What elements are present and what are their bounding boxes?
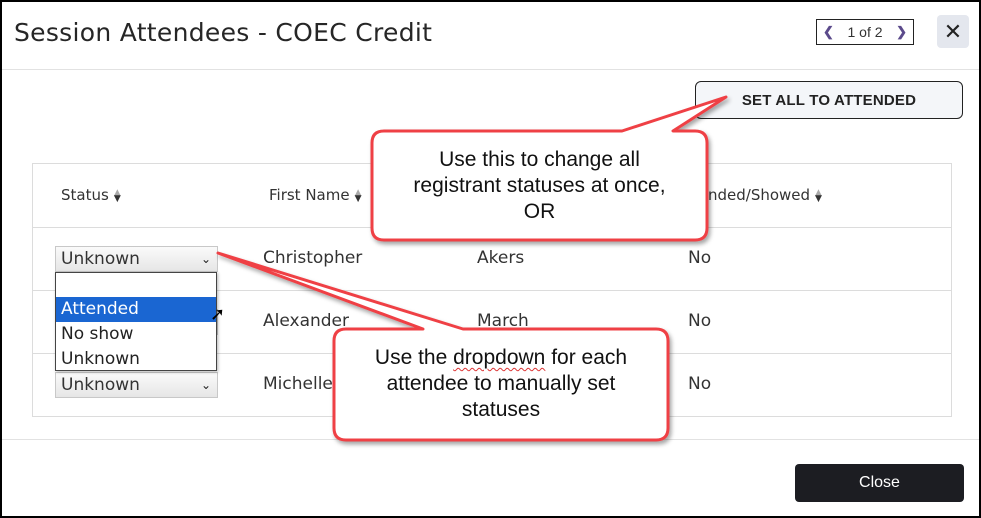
sort-icon: ▲ ▼	[815, 187, 822, 204]
dropdown-option-attended[interactable]: Attended	[56, 297, 216, 322]
first-name-cell: Christopher	[263, 248, 363, 268]
last-name-cell: Akers	[477, 248, 525, 268]
dropdown-option-blank[interactable]	[56, 273, 216, 297]
footer-divider	[2, 439, 979, 440]
set-all-attended-button[interactable]: SET ALL TO ATTENDED	[695, 81, 963, 119]
last-name-cell: March	[477, 311, 529, 331]
first-name-cell: Michelle	[263, 374, 333, 394]
pager: ❮ 1 of 2 ❯	[816, 19, 914, 45]
chevron-right-icon[interactable]: ❯	[896, 24, 907, 40]
pager-label: 1 of 2	[847, 24, 883, 40]
dropdown-option-no-show[interactable]: No show	[56, 322, 216, 347]
sort-icon: ▲ ▼	[354, 187, 362, 204]
chevron-down-icon: ⌄	[200, 378, 211, 392]
modal-dialog: Session Attendees - COEC Credit ❮ 1 of 2…	[0, 0, 981, 518]
chevron-left-icon[interactable]: ❮	[823, 24, 834, 40]
first-name-cell: Alexander	[263, 311, 350, 331]
chevron-down-icon: ⌄	[200, 252, 211, 266]
callout-top-text: Use this to change all registrant status…	[413, 148, 666, 223]
modal-header: Session Attendees - COEC Credit ❮ 1 of 2…	[2, 2, 979, 70]
status-dropdown-list: Attended No show Unknown	[55, 272, 217, 371]
dropdown-option-unknown[interactable]: Unknown	[56, 347, 216, 372]
column-header-status[interactable]: Status ▲ ▼	[61, 186, 121, 204]
attended-cell: No	[688, 248, 712, 268]
attended-cell: No	[688, 374, 712, 394]
callout-bottom-text: Use the dropdown for each attendee to ma…	[374, 346, 628, 421]
column-header-first-name[interactable]: First Name ▲ ▼	[269, 186, 362, 204]
page-title: Session Attendees - COEC Credit	[14, 18, 433, 47]
status-select[interactable]: Unknown⌄	[55, 372, 218, 398]
close-button[interactable]: Close	[795, 464, 964, 502]
close-icon[interactable]: ✕	[937, 15, 969, 48]
status-select[interactable]: Unknown⌄	[55, 246, 218, 272]
attended-cell: No	[688, 311, 712, 331]
mouse-cursor-icon: ➚	[210, 304, 226, 325]
sort-icon: ▲ ▼	[113, 187, 121, 204]
